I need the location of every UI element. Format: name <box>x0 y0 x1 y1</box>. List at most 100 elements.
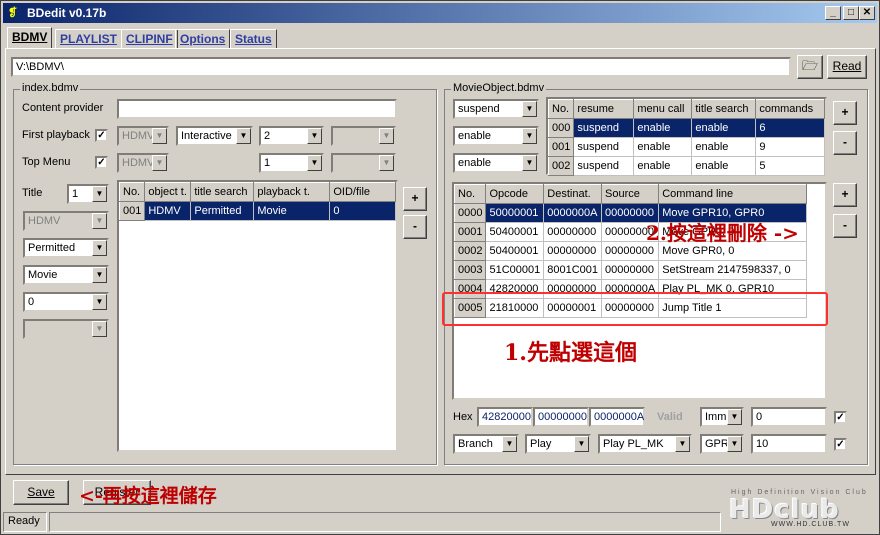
column-header[interactable]: resume <box>573 99 635 119</box>
table-cell[interactable]: 50000001 <box>485 203 545 223</box>
table-cell[interactable]: 50400001 <box>485 241 545 261</box>
table-row[interactable]: 002 suspend enable enable 5 <box>547 156 825 176</box>
title-type-select[interactable]: HDMV ▼ <box>23 211 109 231</box>
table-row[interactable]: 001 HDMV Permitted Movie 0 <box>118 201 396 221</box>
table-cell[interactable]: 6 <box>755 118 825 138</box>
top-menu-type-select[interactable]: HDMV ▼ <box>117 153 169 173</box>
table-row[interactable]: 0003 51C00001 8001C001 00000000 SetStrea… <box>453 260 807 280</box>
column-header[interactable]: title search <box>691 99 757 119</box>
table-cell[interactable]: 0 <box>329 201 396 221</box>
column-header[interactable]: title search <box>190 182 255 202</box>
column-header[interactable]: No. <box>453 184 487 204</box>
hex-valid-checkbox[interactable]: ✓ <box>834 411 847 424</box>
column-header[interactable]: Destinat. <box>543 184 603 204</box>
top-menu-number-select[interactable]: 1 ▼ <box>259 153 324 173</box>
table-cell[interactable]: 50400001 <box>485 222 545 242</box>
tab-status[interactable]: Status <box>230 29 277 49</box>
table-cell[interactable]: Movie <box>253 201 331 221</box>
imm-select[interactable]: Imm ▼ <box>700 407 744 427</box>
first-playback-type-select[interactable]: HDMV ▼ <box>117 126 169 146</box>
table-cell[interactable]: 00000000 <box>543 222 603 242</box>
command-subgroup-select[interactable]: Play ▼ <box>525 434 591 454</box>
remove-title-button[interactable]: - <box>403 215 427 239</box>
minimize-button[interactable]: _ <box>825 6 841 20</box>
remove-object-button[interactable]: - <box>833 131 857 155</box>
first-playback-mode-select[interactable]: Interactive ▼ <box>176 126 253 146</box>
table-cell[interactable]: 8001C001 <box>543 260 603 280</box>
row-number[interactable]: 001 <box>118 201 146 221</box>
title-bar[interactable]: ❡ BDedit v0.17b _ □ ✕ <box>3 3 877 23</box>
title-search-select[interactable]: Permitted ▼ <box>23 238 109 258</box>
row-number[interactable]: 0003 <box>453 260 487 280</box>
column-header[interactable]: Command line <box>658 184 807 204</box>
column-header[interactable]: No. <box>547 99 575 119</box>
top-menu-extra-select[interactable]: ▼ <box>331 153 396 173</box>
row-number[interactable]: 000 <box>547 118 575 138</box>
table-cell[interactable]: 0000000A <box>543 203 603 223</box>
column-header[interactable]: menu call <box>633 99 693 119</box>
column-header[interactable]: playback t. <box>253 182 331 202</box>
content-provider-input[interactable] <box>117 99 397 119</box>
close-button[interactable]: ✕ <box>859 6 875 20</box>
tab-clipinf[interactable]: CLIPINF <box>121 29 178 49</box>
imm-value-input[interactable]: 0 <box>751 407 827 427</box>
row-number[interactable]: 002 <box>547 156 575 176</box>
add-title-button[interactable]: + <box>403 187 427 211</box>
operand-type-select[interactable]: GPR ▼ <box>700 434 744 454</box>
table-cell[interactable]: SetStream 2147598337, 0 <box>658 260 807 280</box>
hex-source-input[interactable]: 0000000A <box>589 407 645 427</box>
first-playback-extra-select[interactable]: ▼ <box>331 126 396 146</box>
table-cell[interactable]: enable <box>691 156 757 176</box>
first-playback-checkbox[interactable]: ✓ <box>95 129 108 142</box>
table-cell[interactable]: suspend <box>573 137 635 157</box>
hex-opcode-input[interactable]: 42820000 <box>477 407 533 427</box>
table-cell[interactable]: suspend <box>573 156 635 176</box>
title-extra-select[interactable]: ▼ <box>23 319 109 339</box>
maximize-button[interactable]: □ <box>843 6 859 20</box>
tab-options[interactable]: Options <box>175 29 231 49</box>
column-header[interactable]: Opcode <box>485 184 545 204</box>
title-number-select[interactable]: 1 ▼ <box>67 184 109 204</box>
table-cell[interactable]: enable <box>633 156 693 176</box>
row-number[interactable]: 0002 <box>453 241 487 261</box>
column-header[interactable]: Source <box>601 184 660 204</box>
table-cell[interactable]: suspend <box>573 118 635 138</box>
table-cell[interactable]: 51C00001 <box>485 260 545 280</box>
command-group-select[interactable]: Branch ▼ <box>453 434 519 454</box>
table-cell[interactable]: HDMV <box>144 201 192 221</box>
table-cell[interactable]: 5 <box>755 156 825 176</box>
operand-checkbox[interactable]: ✓ <box>834 438 847 451</box>
tab-bdmv[interactable]: BDMV <box>7 27 53 49</box>
table-cell[interactable]: 00000000 <box>543 241 603 261</box>
row-number[interactable]: 001 <box>547 137 575 157</box>
first-playback-number-select[interactable]: 2 ▼ <box>259 126 324 146</box>
resume-select[interactable]: suspend ▼ <box>453 99 539 119</box>
add-command-button[interactable]: + <box>833 183 857 207</box>
table-cell[interactable]: enable <box>691 118 757 138</box>
title-oid-select[interactable]: 0 ▼ <box>23 292 109 312</box>
operand-value-input[interactable]: 10 <box>751 434 827 454</box>
remove-command-button[interactable]: - <box>833 214 857 238</box>
command-operation-select[interactable]: Play PL_MK ▼ <box>598 434 692 454</box>
row-number[interactable]: 0001 <box>453 222 487 242</box>
column-header[interactable]: No. <box>118 182 146 202</box>
table-row[interactable]: 001 suspend enable enable 9 <box>547 137 825 157</box>
column-header[interactable]: commands <box>755 99 825 119</box>
table-cell[interactable]: enable <box>633 137 693 157</box>
open-folder-button[interactable]: 🗁 <box>797 55 823 79</box>
read-button[interactable]: Read <box>827 55 867 79</box>
column-header[interactable]: object t. <box>144 182 192 202</box>
title-playback-select[interactable]: Movie ▼ <box>23 265 109 285</box>
table-cell[interactable]: Permitted <box>190 201 255 221</box>
add-object-button[interactable]: + <box>833 101 857 125</box>
title-search-mo-select[interactable]: enable ▼ <box>453 153 539 173</box>
column-header[interactable]: OID/file <box>329 182 396 202</box>
table-cell[interactable]: enable <box>633 118 693 138</box>
top-menu-checkbox[interactable]: ✓ <box>95 156 108 169</box>
table-cell[interactable]: enable <box>691 137 757 157</box>
menu-call-select[interactable]: enable ▼ <box>453 126 539 146</box>
table-cell[interactable]: 00000000 <box>601 260 660 280</box>
save-button[interactable]: Save <box>13 480 69 505</box>
table-row[interactable]: 000 suspend enable enable 6 <box>547 118 825 138</box>
row-number[interactable]: 0000 <box>453 203 487 223</box>
